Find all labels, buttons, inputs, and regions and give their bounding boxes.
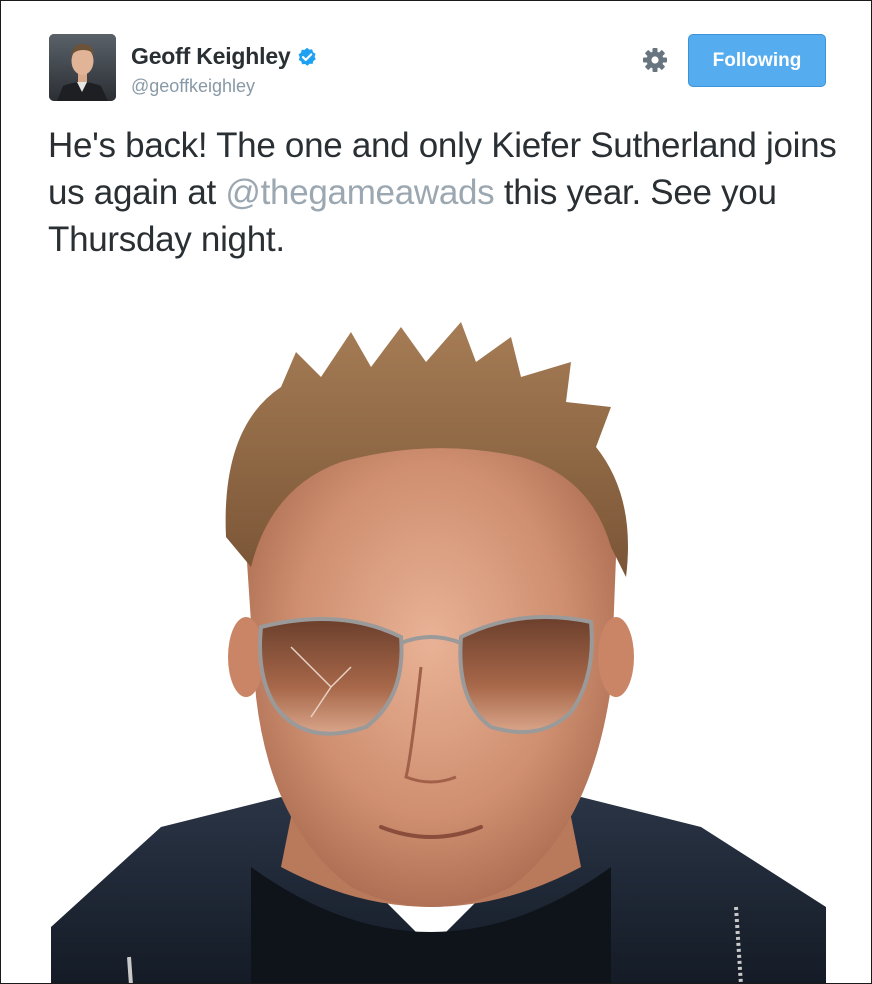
gear-icon[interactable]	[641, 46, 669, 74]
tweet-card: Geoff Keighley @geoffkeighley Following …	[0, 0, 872, 984]
verified-badge-icon	[297, 47, 317, 67]
author-display-name[interactable]: Geoff Keighley	[131, 43, 291, 70]
mention-link[interactable]: @thegameawads	[225, 173, 494, 212]
following-button[interactable]: Following	[688, 34, 826, 87]
author-handle[interactable]: @geoffkeighley	[131, 76, 255, 97]
tweet-text: He's back! The one and only Kiefer Suthe…	[48, 122, 848, 263]
author-avatar[interactable]	[49, 34, 116, 101]
author-name-row: Geoff Keighley	[131, 43, 317, 70]
tweet-photo[interactable]	[51, 307, 826, 983]
